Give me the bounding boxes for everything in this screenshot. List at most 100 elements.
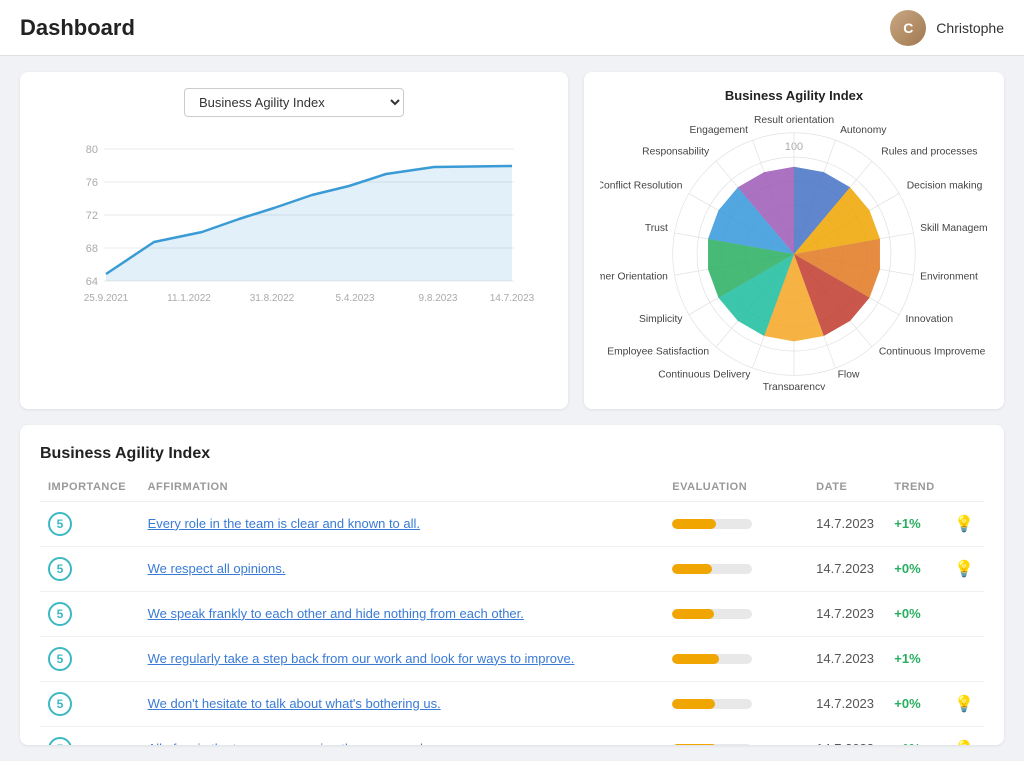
data-table: IMPORTANCE AFFIRMATION EVALUATION DATE T…	[40, 477, 984, 745]
svg-text:31.8.2022: 31.8.2022	[250, 293, 295, 304]
date-cell: 14.7.2023	[808, 636, 886, 681]
svg-text:Engagement: Engagement	[690, 125, 749, 136]
table-row: 5 We speak frankly to each other and hid…	[40, 591, 984, 636]
radar-chart-svg: 100	[600, 111, 988, 390]
affirmation-link[interactable]: We don't hesitate to talk about what's b…	[148, 695, 657, 713]
svg-text:Skill Managemen: Skill Managemen	[920, 223, 988, 234]
trend-value: +0%	[894, 561, 920, 576]
eval-bar	[672, 654, 792, 664]
svg-text:14.7.2023: 14.7.2023	[490, 293, 535, 304]
eval-bar	[672, 744, 792, 745]
radar-title: Business Agility Index	[600, 88, 988, 103]
table-row: 5 All of us in the team are pursuing the…	[40, 726, 984, 745]
radar-panel: Business Agility Index 100	[584, 72, 1004, 409]
svg-text:76: 76	[86, 177, 98, 189]
top-row: Business Agility Index Team Performance …	[20, 72, 1004, 409]
date-cell: 14.7.2023	[808, 546, 886, 591]
svg-text:omer Orientation: omer Orientation	[600, 272, 668, 283]
col-trend: TREND	[886, 477, 946, 502]
chart-select-row: Business Agility Index Team Performance …	[36, 88, 552, 117]
table-row: 5 Every role in the team is clear and kn…	[40, 501, 984, 546]
eval-bar	[672, 564, 792, 574]
affirmation-link[interactable]: We speak frankly to each other and hide …	[148, 605, 657, 623]
col-affirmation: AFFIRMATION	[140, 477, 665, 502]
svg-text:72: 72	[86, 210, 98, 222]
lamp-icon[interactable]: 💡	[954, 696, 974, 713]
svg-text:Simplicity: Simplicity	[639, 314, 683, 325]
chart-dropdown[interactable]: Business Agility Index Team Performance …	[184, 88, 404, 117]
eval-bar-bg	[672, 564, 752, 574]
table-row: 5 We respect all opinions. 14.7.2023 +0%…	[40, 546, 984, 591]
col-importance: IMPORTANCE	[40, 477, 140, 502]
table-header-row: IMPORTANCE AFFIRMATION EVALUATION DATE T…	[40, 477, 984, 502]
eval-bar-bg	[672, 519, 752, 529]
user-info: C Christophe	[890, 10, 1004, 46]
importance-badge: 5	[48, 557, 72, 581]
svg-text:Environment: Environment	[920, 272, 978, 283]
header: Dashboard C Christophe	[0, 0, 1024, 56]
eval-bar-fill	[672, 654, 718, 664]
eval-bar-fill	[672, 564, 712, 574]
eval-bar-fill	[672, 744, 717, 745]
svg-text:Rules and processes: Rules and processes	[881, 147, 977, 158]
svg-text:5.4.2023: 5.4.2023	[336, 293, 375, 304]
svg-text:Continuous Delivery: Continuous Delivery	[658, 370, 751, 381]
table-row: 5 We don't hesitate to talk about what's…	[40, 681, 984, 726]
date-cell: 14.7.2023	[808, 681, 886, 726]
table-title: Business Agility Index	[40, 445, 984, 463]
svg-text:Conflict Resolution: Conflict Resolution	[600, 181, 683, 192]
col-date: DATE	[808, 477, 886, 502]
lamp-icon[interactable]: 💡	[954, 741, 974, 745]
line-chart-svg: 80 76 72 68 64 25.9.2021 11.1.2022 31.8.…	[36, 129, 552, 309]
eval-bar	[672, 519, 792, 529]
trend-value: +0%	[894, 696, 920, 711]
table-panel: Business Agility Index IMPORTANCE AFFIRM…	[20, 425, 1004, 745]
trend-value: +1%	[894, 516, 920, 531]
eval-bar-bg	[672, 744, 752, 745]
date-cell: 14.7.2023	[808, 591, 886, 636]
svg-text:9.8.2023: 9.8.2023	[419, 293, 458, 304]
lamp-icon[interactable]: 💡	[954, 561, 974, 578]
svg-text:Continuous Improveme: Continuous Improveme	[879, 347, 986, 358]
svg-text:Transparency: Transparency	[763, 382, 826, 390]
eval-bar-bg	[672, 699, 752, 709]
lamp-icon[interactable]: 💡	[954, 516, 974, 533]
eval-bar	[672, 699, 792, 709]
svg-text:Innovation: Innovation	[906, 314, 954, 325]
line-chart-panel: Business Agility Index Team Performance …	[20, 72, 568, 409]
svg-text:Decision making: Decision making	[907, 181, 983, 192]
main-content: Business Agility Index Team Performance …	[0, 56, 1024, 761]
eval-bar-fill	[672, 609, 714, 619]
col-evaluation: EVALUATION	[664, 477, 808, 502]
user-name: Christophe	[936, 20, 1004, 36]
avatar: C	[890, 10, 926, 46]
line-chart: 80 76 72 68 64 25.9.2021 11.1.2022 31.8.…	[36, 129, 552, 309]
affirmation-link[interactable]: We regularly take a step back from our w…	[148, 650, 657, 668]
trend-value: +1%	[894, 741, 920, 745]
svg-text:64: 64	[86, 276, 98, 288]
svg-text:11.1.2022: 11.1.2022	[167, 293, 211, 304]
svg-text:Trust: Trust	[645, 223, 668, 234]
page-title: Dashboard	[20, 15, 135, 41]
importance-badge: 5	[48, 647, 72, 671]
eval-bar-fill	[672, 699, 715, 709]
eval-bar-fill	[672, 519, 716, 529]
affirmation-link[interactable]: Every role in the team is clear and know…	[148, 515, 657, 533]
col-action	[946, 477, 984, 502]
svg-text:Autonomy: Autonomy	[840, 125, 887, 136]
date-cell: 14.7.2023	[808, 501, 886, 546]
importance-badge: 5	[48, 692, 72, 716]
importance-badge: 5	[48, 512, 72, 536]
svg-text:Result orientation: Result orientation	[754, 115, 834, 126]
eval-bar	[672, 609, 792, 619]
eval-bar-bg	[672, 609, 752, 619]
svg-text:Employee Satisfaction: Employee Satisfaction	[607, 347, 709, 358]
eval-bar-bg	[672, 654, 752, 664]
importance-badge: 5	[48, 737, 72, 745]
affirmation-link[interactable]: All of us in the team are pursuing the s…	[148, 740, 657, 745]
table-row: 5 We regularly take a step back from our…	[40, 636, 984, 681]
affirmation-link[interactable]: We respect all opinions.	[148, 560, 657, 578]
importance-badge: 5	[48, 602, 72, 626]
svg-text:68: 68	[86, 243, 98, 255]
svg-text:Flow: Flow	[838, 370, 860, 381]
